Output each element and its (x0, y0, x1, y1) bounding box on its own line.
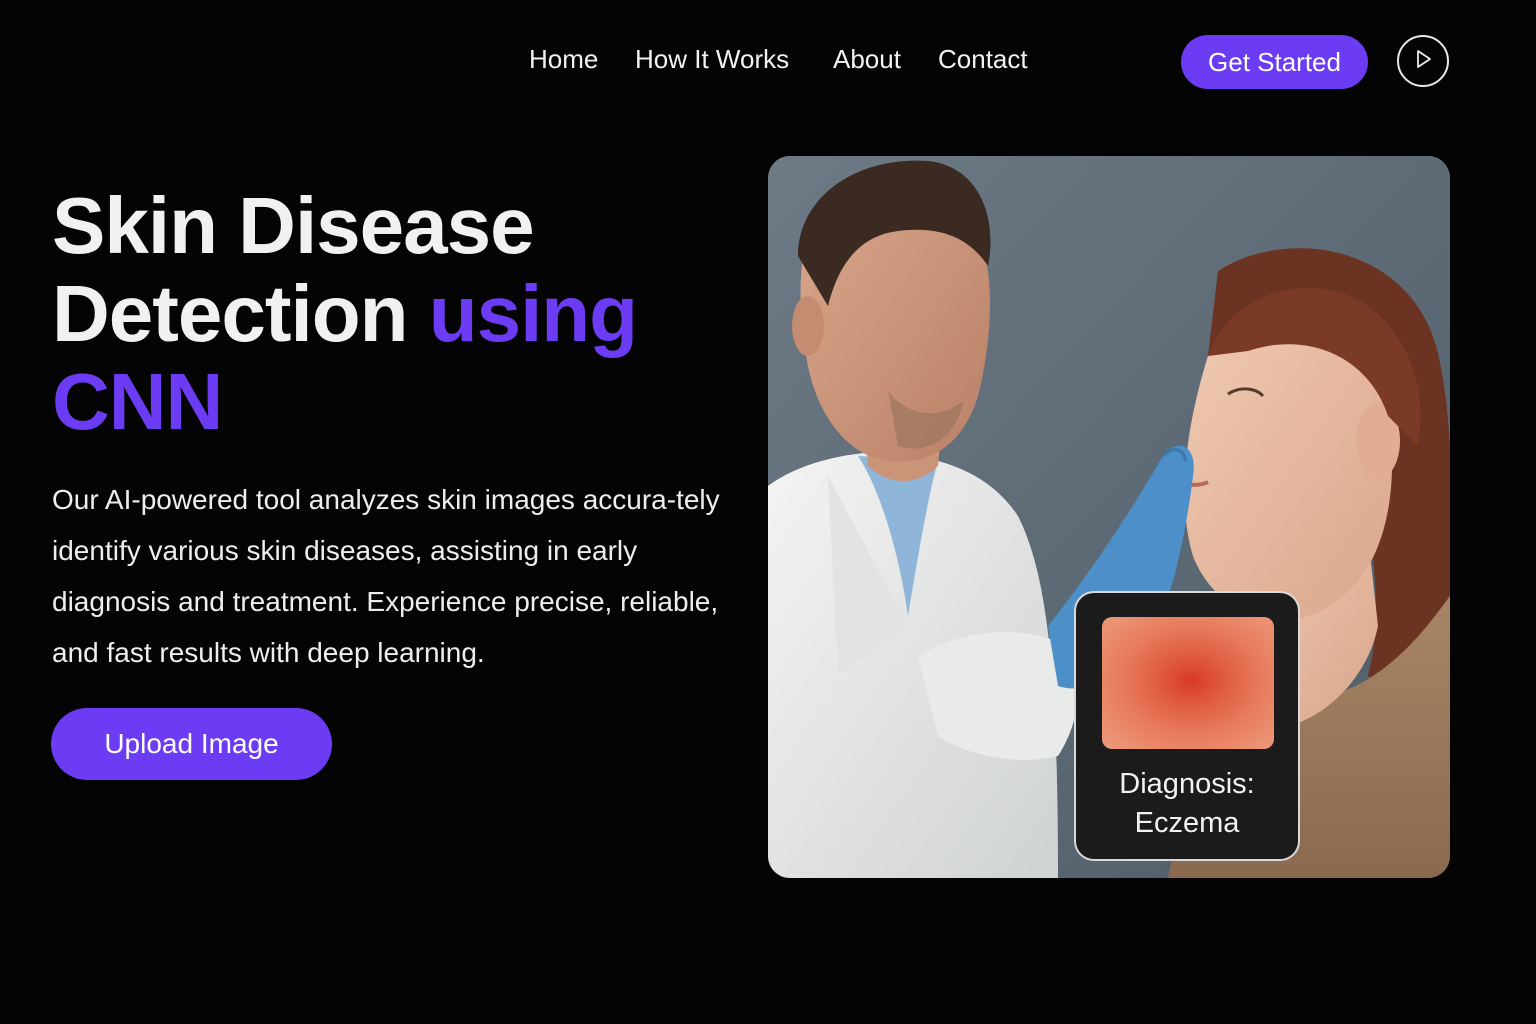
nav-contact-link[interactable]: Contact (938, 44, 1028, 75)
hero-title-accent-using: using (428, 269, 638, 358)
hero-title-accent-cnn: CNN (52, 357, 223, 446)
hero-title-line1: Skin Disease (52, 181, 535, 270)
diagnosis-value: Eczema (1134, 807, 1240, 839)
nav-about-link[interactable]: About (833, 44, 901, 75)
hero-title: Skin Disease Detection using CNN (52, 182, 752, 446)
diagnosis-card: Diagnosis: Eczema (1074, 591, 1300, 861)
get-started-button[interactable]: Get Started (1181, 35, 1368, 89)
nav-how-it-works-link[interactable]: How It Works (635, 44, 789, 75)
upload-image-button[interactable]: Upload Image (51, 708, 332, 780)
hero-title-line2: Detection (52, 269, 429, 358)
play-video-button[interactable] (1397, 35, 1449, 87)
diagnosis-label: Diagnosis: (1119, 768, 1255, 800)
hero-description: Our AI-powered tool analyzes skin images… (52, 484, 720, 668)
nav-home-link[interactable]: Home (529, 44, 598, 75)
landing-page: Home How It Works About Contact Get Star… (0, 0, 1536, 1024)
skin-sample-image (1102, 617, 1274, 749)
diagnosis-result: Diagnosis: Eczema (1076, 765, 1298, 843)
play-icon (1412, 48, 1434, 75)
